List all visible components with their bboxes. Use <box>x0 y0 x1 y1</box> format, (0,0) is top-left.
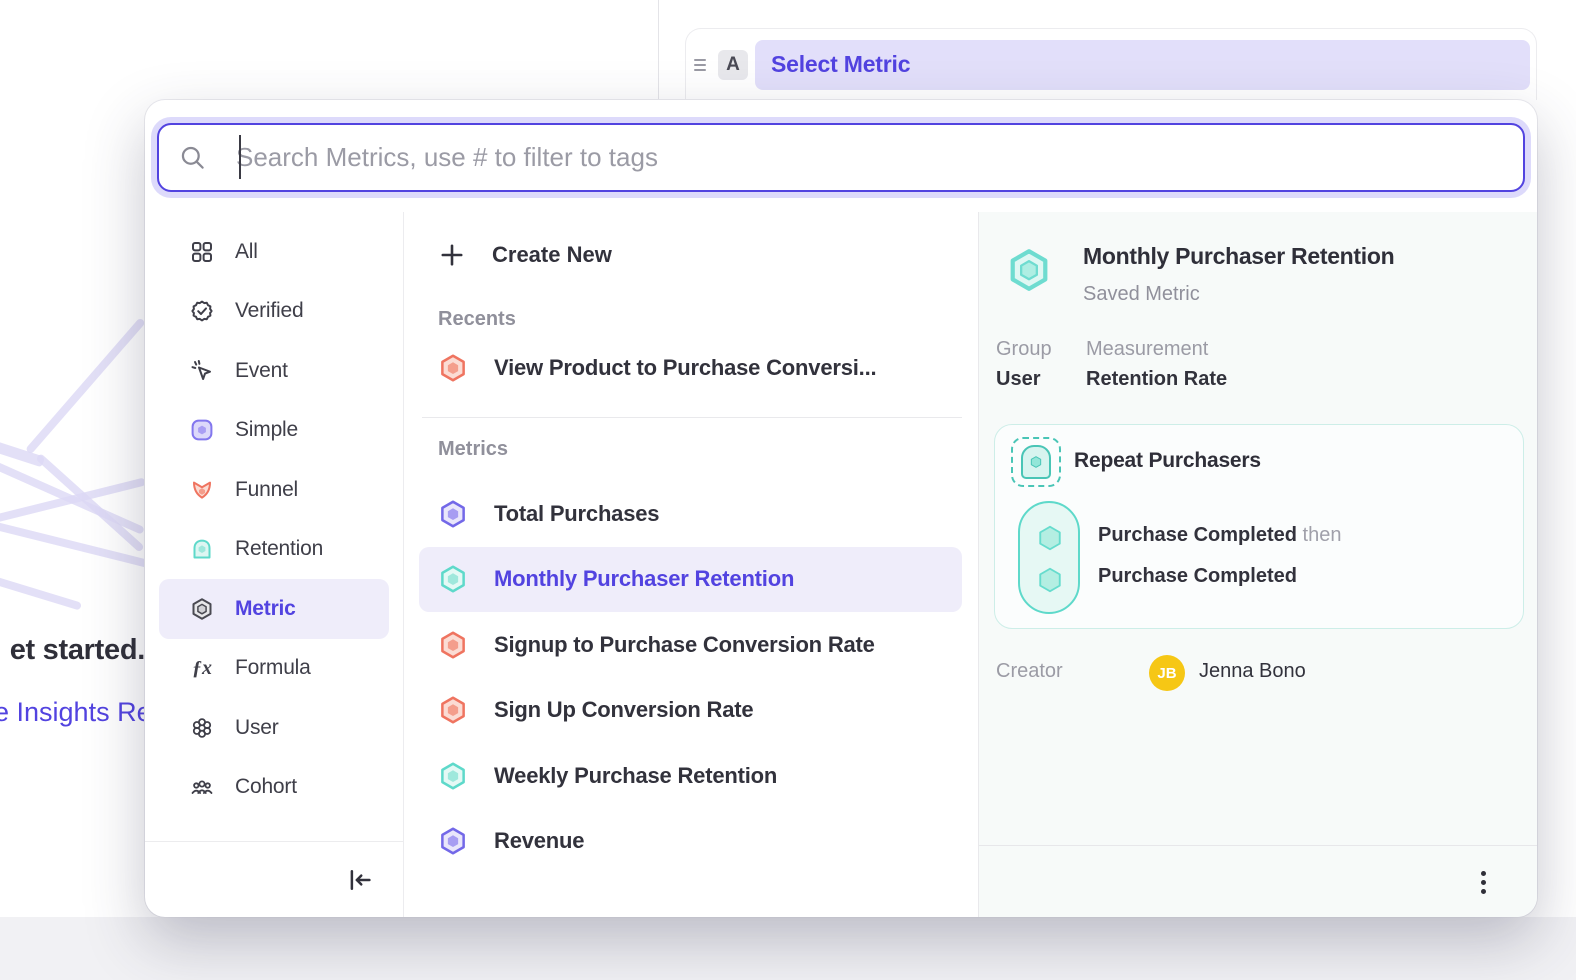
metric-hexagon-icon <box>438 826 468 856</box>
sidebar-item-label: User <box>235 716 279 740</box>
sidebar-item-label: Funnel <box>235 478 298 502</box>
list-item-label: Revenue <box>494 828 584 854</box>
metric-hexagon-icon <box>438 564 468 594</box>
then-connector: then <box>1303 524 1342 546</box>
plus-icon <box>439 242 465 268</box>
metric-row-card: A Select Metric <box>685 28 1537 100</box>
verified-icon <box>190 299 214 323</box>
group-value: User <box>996 368 1040 391</box>
sidebar-item-user[interactable]: User <box>159 698 389 758</box>
background-heading-fragment: et started. <box>10 634 145 667</box>
recents-header: Recents <box>438 304 962 334</box>
step-two-text: Purchase Completed <box>1098 565 1297 588</box>
sidebar-item-metric[interactable]: Metric <box>159 579 389 639</box>
sidebar-item-label: Verified <box>235 299 303 323</box>
create-new-label: Create New <box>492 242 612 268</box>
sidebar-item-label: All <box>235 240 258 264</box>
metric-hexagon-icon <box>438 499 468 529</box>
detail-title: Monthly Purchaser Retention <box>1083 243 1394 270</box>
sidebar-item-cohort[interactable]: Cohort <box>159 758 389 818</box>
search-icon <box>179 144 206 171</box>
list-item-label: View Product to Purchase Conversi... <box>494 355 876 381</box>
list-item-revenue[interactable]: Revenue <box>419 809 962 875</box>
category-sidebar: All Verified Event <box>145 212 403 917</box>
retention-icon <box>190 537 214 561</box>
metrics-header: Metrics <box>438 434 962 464</box>
creator-avatar: JB <box>1149 655 1185 691</box>
list-item-total-purchases[interactable]: Total Purchases <box>419 481 962 547</box>
sidebar-item-event[interactable]: Event <box>159 341 389 401</box>
sidebar-item-all[interactable]: All <box>159 222 389 282</box>
sidebar-footer <box>145 841 403 917</box>
metric-hexagon-icon <box>438 630 468 660</box>
list-divider <box>422 417 962 418</box>
metric-definition-card: Repeat Purchasers Purchase Completed the… <box>994 424 1524 629</box>
metric-icon <box>190 597 214 621</box>
creator-name: Jenna Bono <box>1199 660 1306 683</box>
create-new-button[interactable]: Create New <box>419 226 962 284</box>
detail-subtitle: Saved Metric <box>1083 283 1200 306</box>
funnel-metric-icon <box>438 353 468 383</box>
detail-footer <box>979 845 1537 917</box>
text-cursor <box>239 135 241 179</box>
measurement-label: Measurement <box>1086 338 1208 361</box>
cohort-icon <box>190 775 214 799</box>
metric-letter-badge: A <box>718 50 748 80</box>
metric-detail-panel: Monthly Purchaser Retention Saved Metric… <box>978 212 1537 917</box>
funnel-icon <box>190 478 214 502</box>
list-item-label: Monthly Purchaser Retention <box>494 566 794 592</box>
sidebar-item-label: Event <box>235 359 288 383</box>
collapse-sidebar-icon[interactable] <box>345 865 375 895</box>
list-item-signup-to-purchase[interactable]: Signup to Purchase Conversion Rate <box>419 612 962 678</box>
sidebar-item-funnel[interactable]: Funnel <box>159 460 389 520</box>
grid-icon <box>190 240 214 264</box>
user-icon <box>190 716 214 740</box>
list-item-recent[interactable]: View Product to Purchase Conversi... <box>419 336 962 400</box>
sidebar-item-label: Metric <box>235 597 296 621</box>
search-section <box>145 100 1537 212</box>
step-one-text: Purchase Completed then <box>1098 524 1341 547</box>
list-item-monthly-purchaser-retention[interactable]: Monthly Purchaser Retention <box>419 547 962 613</box>
drag-handle-icon[interactable] <box>694 56 710 74</box>
list-item-label: Weekly Purchase Retention <box>494 763 777 789</box>
sidebar-item-label: Formula <box>235 656 311 680</box>
formula-icon: ƒx <box>190 656 214 680</box>
canvas-bottom-band <box>0 917 1576 980</box>
metric-hexagon-icon <box>438 695 468 725</box>
step-hexagon-icon <box>1035 523 1065 553</box>
metric-picker-modal: All Verified Event <box>145 100 1537 917</box>
metric-list-panel: Create New Recents View Product to Purch… <box>403 212 978 917</box>
definition-card-title: Repeat Purchasers <box>1074 449 1261 473</box>
select-metric-button[interactable]: Select Metric <box>755 40 1530 90</box>
select-metric-label: Select Metric <box>771 51 910 78</box>
step-capsule <box>1018 501 1080 614</box>
background-link-fragment[interactable]: e Insights Re <box>0 697 152 728</box>
list-item-label: Total Purchases <box>494 501 659 527</box>
sidebar-item-label: Simple <box>235 418 298 442</box>
retention-definition-icon <box>1011 437 1061 487</box>
sidebar-item-label: Retention <box>235 537 323 561</box>
sidebar-item-simple[interactable]: Simple <box>159 401 389 461</box>
saved-metric-icon <box>1006 247 1052 293</box>
group-label: Group <box>996 338 1052 361</box>
creator-label: Creator <box>996 660 1063 683</box>
step-hexagon-icon <box>1035 565 1065 595</box>
sidebar-item-label: Cohort <box>235 775 297 799</box>
list-item-signup-conversion[interactable]: Sign Up Conversion Rate <box>419 678 962 744</box>
metric-hexagon-icon <box>438 761 468 791</box>
list-item-label: Sign Up Conversion Rate <box>494 697 753 723</box>
search-box[interactable] <box>157 123 1525 192</box>
sidebar-item-formula[interactable]: ƒx Formula <box>159 639 389 699</box>
search-input[interactable] <box>236 142 1503 173</box>
list-item-weekly-purchase-retention[interactable]: Weekly Purchase Retention <box>419 743 962 809</box>
measurement-value: Retention Rate <box>1086 368 1227 391</box>
sidebar-item-retention[interactable]: Retention <box>159 520 389 580</box>
event-icon <box>190 359 214 383</box>
sidebar-item-verified[interactable]: Verified <box>159 282 389 342</box>
simple-icon <box>190 418 214 442</box>
list-item-label: Signup to Purchase Conversion Rate <box>494 632 875 658</box>
more-options-icon[interactable] <box>1469 868 1497 896</box>
